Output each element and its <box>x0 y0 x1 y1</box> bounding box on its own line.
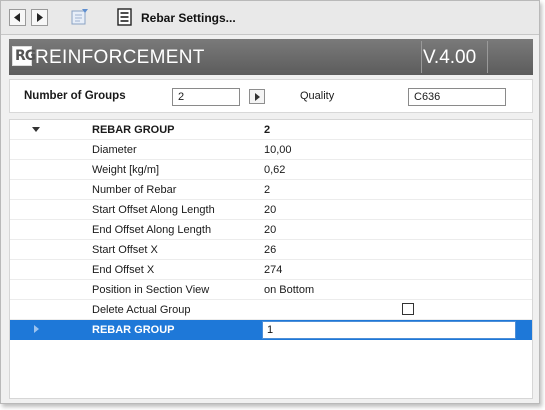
property-row-end-offset-x[interactable]: End Offset X 274 <box>10 260 532 280</box>
group-settings-row: Number of Groups 2 Quality C636 <box>9 79 533 113</box>
edit-settings-icon[interactable] <box>71 8 89 26</box>
property-value[interactable]: on Bottom <box>264 284 314 296</box>
property-label: End Offset X <box>92 264 155 276</box>
property-label: Weight [kg/m] <box>92 164 160 176</box>
property-label: Start Offset Along Length <box>92 204 215 216</box>
settings-document-icon[interactable] <box>117 8 133 26</box>
version-label: V.4.00 <box>423 47 477 68</box>
forward-button[interactable] <box>31 9 48 26</box>
app-logo: RG <box>12 46 36 66</box>
number-of-groups-label: Number of Groups <box>24 90 126 102</box>
play-arrow-icon <box>255 93 260 101</box>
arrow-left-icon <box>14 13 20 22</box>
property-value[interactable]: 0,62 <box>264 164 285 176</box>
property-label: Position in Section View <box>92 284 210 296</box>
rebar-group-label: REBAR GROUP <box>92 324 175 336</box>
property-row-delete-actual-group[interactable]: Delete Actual Group <box>10 300 532 320</box>
property-value[interactable]: 26 <box>264 244 276 256</box>
property-row-start-offset-length[interactable]: Start Offset Along Length 20 <box>10 200 532 220</box>
back-button[interactable] <box>9 9 26 26</box>
expand-triangle-icon[interactable] <box>34 325 40 333</box>
collapse-triangle-icon[interactable] <box>32 127 40 133</box>
logo-text: RG <box>15 48 36 64</box>
toolbar: Rebar Settings... <box>1 1 539 35</box>
property-value[interactable]: 274 <box>264 264 282 276</box>
rebar-group-value: 2 <box>264 124 271 136</box>
groups-increment-button[interactable] <box>249 89 265 104</box>
rebar-group-label: REBAR GROUP <box>92 124 175 136</box>
quality-input[interactable]: C636 <box>408 88 506 106</box>
property-value[interactable]: 10,00 <box>264 144 292 156</box>
quality-label: Quality <box>300 90 335 102</box>
app-title: REINFORCEMENT <box>35 47 205 68</box>
number-of-groups-input[interactable]: 2 <box>172 88 240 106</box>
property-value[interactable]: 20 <box>264 224 276 236</box>
banner-divider <box>421 41 422 73</box>
property-row-end-offset-length[interactable]: End Offset Along Length 20 <box>10 220 532 240</box>
property-grid: REBAR GROUP 2 Diameter 10,00 Weight [kg/… <box>9 119 533 399</box>
property-row-start-offset-x[interactable]: Start Offset X 26 <box>10 240 532 260</box>
property-row-weight[interactable]: Weight [kg/m] 0,62 <box>10 160 532 180</box>
property-row-number-of-rebar[interactable]: Number of Rebar 2 <box>10 180 532 200</box>
property-label: End Offset Along Length <box>92 224 212 236</box>
header-banner: RG REINFORCEMENT V.4.00 <box>9 39 533 75</box>
property-row-diameter[interactable]: Diameter 10,00 <box>10 140 532 160</box>
delete-group-checkbox[interactable] <box>402 303 414 315</box>
property-label: Number of Rebar <box>92 184 177 196</box>
rebar-group-header-row[interactable]: REBAR GROUP 2 <box>10 120 532 140</box>
property-value[interactable]: 20 <box>264 204 276 216</box>
arrow-right-icon <box>37 13 43 22</box>
rebar-group-value-input[interactable]: 1 <box>262 321 516 339</box>
window-title: Rebar Settings... <box>141 11 236 25</box>
property-label: Delete Actual Group <box>92 304 191 316</box>
property-label: Start Offset X <box>92 244 158 256</box>
property-value[interactable]: 2 <box>264 184 270 196</box>
rebar-settings-window: Rebar Settings... RG REINFORCEMENT V.4.0… <box>0 0 540 404</box>
banner-divider <box>487 41 488 73</box>
property-row-position-section-view[interactable]: Position in Section View on Bottom <box>10 280 532 300</box>
rebar-group-selected-row[interactable]: REBAR GROUP 1 <box>10 320 532 340</box>
property-label: Diameter <box>92 144 137 156</box>
